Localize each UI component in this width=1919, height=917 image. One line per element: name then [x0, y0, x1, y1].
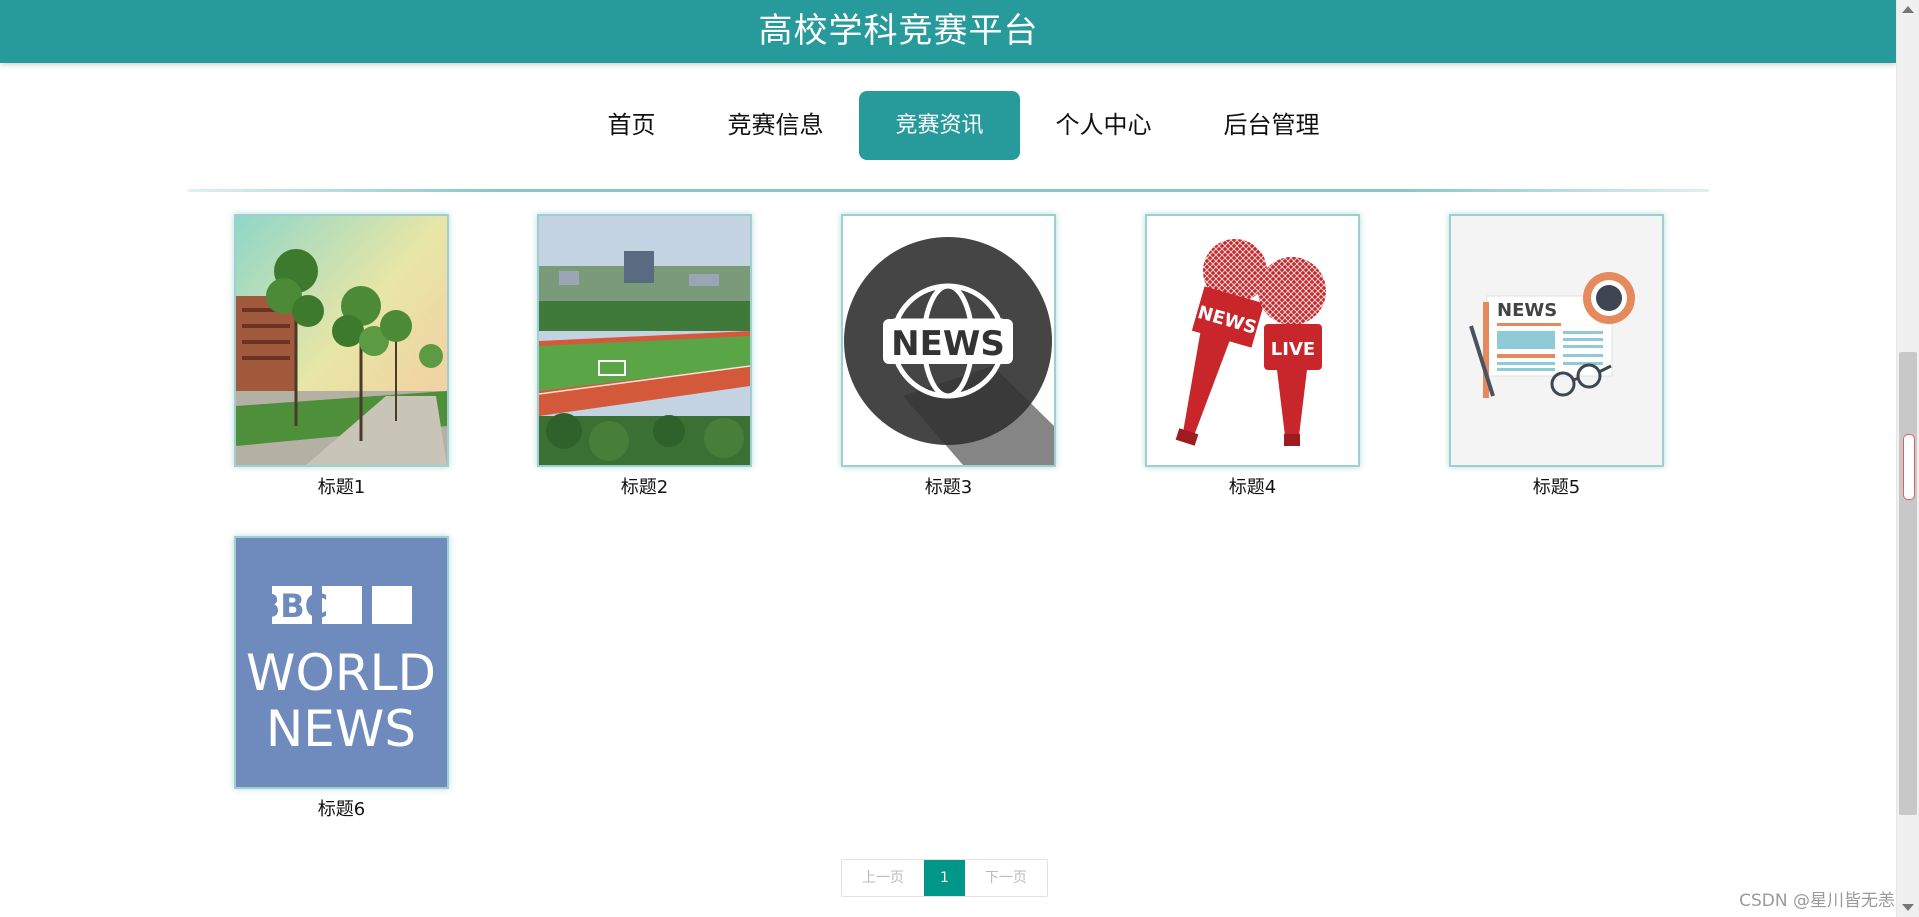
watermark: CSDN @星川皆无恙 [1739, 891, 1895, 911]
news-live-microphones: NEWS LIVE [1147, 216, 1358, 465]
svg-text:NEWS: NEWS [1497, 300, 1557, 321]
news-card[interactable]: NEWS 标题3 [841, 214, 1056, 499]
svg-text:NEWS: NEWS [266, 700, 416, 758]
campus-trees-photo [236, 216, 447, 465]
news-thumbnail[interactable]: NEWS [1449, 214, 1664, 467]
news-thumbnail[interactable]: NEWS LIVE [1145, 214, 1360, 467]
site-header: 高校学科竞赛平台 [0, 0, 1897, 63]
vertical-scrollbar[interactable] [1896, 0, 1919, 917]
sports-track-photo [539, 216, 750, 465]
news-card[interactable]: BBC WORLD NEWS 标题6 [234, 536, 449, 821]
news-title[interactable]: 标题1 [234, 473, 449, 499]
news-card[interactable]: 标题2 [537, 214, 752, 499]
page-number-current[interactable]: 1 [924, 860, 965, 896]
svg-text:WORLD: WORLD [246, 644, 436, 702]
svg-text:LIVE: LIVE [1271, 339, 1315, 360]
news-title[interactable]: 标题3 [841, 473, 1056, 499]
nav-item-competition-news[interactable]: 竞赛资讯 [859, 91, 1020, 160]
news-title[interactable]: 标题5 [1449, 473, 1664, 499]
nav-item-admin[interactable]: 后台管理 [1188, 91, 1356, 160]
nav-item-personal-center[interactable]: 个人中心 [1020, 91, 1188, 160]
prev-page-button[interactable]: 上一页 [842, 860, 924, 896]
newspaper-desk-illustration: NEWS [1451, 216, 1662, 465]
scroll-up-icon[interactable] [1902, 6, 1914, 13]
scroll-thumb[interactable] [1903, 434, 1915, 500]
news-thumbnail[interactable] [234, 214, 449, 467]
news-thumbnail[interactable] [537, 214, 752, 467]
scroll-track[interactable] [1899, 352, 1917, 815]
site-title: 高校学科竞赛平台 [758, 11, 1039, 51]
bbc-world-news-logo: BBC WORLD NEWS [236, 538, 447, 787]
nav-item-competition-info[interactable]: 竞赛信息 [691, 91, 859, 160]
pagination: 上一页 1 下一页 [841, 859, 1048, 897]
news-title[interactable]: 标题6 [234, 795, 449, 821]
news-card[interactable]: NEWS LIVE 标题4 [1145, 214, 1360, 499]
nav-divider [188, 189, 1709, 192]
news-card[interactable]: 标题1 [234, 214, 449, 499]
nav-item-home[interactable]: 首页 [571, 91, 691, 160]
news-thumbnail[interactable]: BBC WORLD NEWS [234, 536, 449, 789]
news-title[interactable]: 标题2 [537, 473, 752, 499]
main-nav: 首页 竞赛信息 竞赛资讯 个人中心 后台管理 [0, 91, 1897, 160]
svg-text:NEWS: NEWS [891, 324, 1005, 364]
news-card[interactable]: NEWS 标题5 [1449, 214, 1664, 499]
news-title[interactable]: 标题4 [1145, 473, 1360, 499]
scroll-down-icon[interactable] [1902, 904, 1914, 911]
page: 高校学科竞赛平台 首页 竞赛信息 竞赛资讯 个人中心 后台管理 标题1 标题2 … [0, 0, 1919, 917]
next-page-button[interactable]: 下一页 [965, 860, 1047, 896]
svg-text:BBC: BBC [256, 587, 328, 625]
news-globe-icon: NEWS [843, 216, 1054, 465]
news-thumbnail[interactable]: NEWS [841, 214, 1056, 467]
